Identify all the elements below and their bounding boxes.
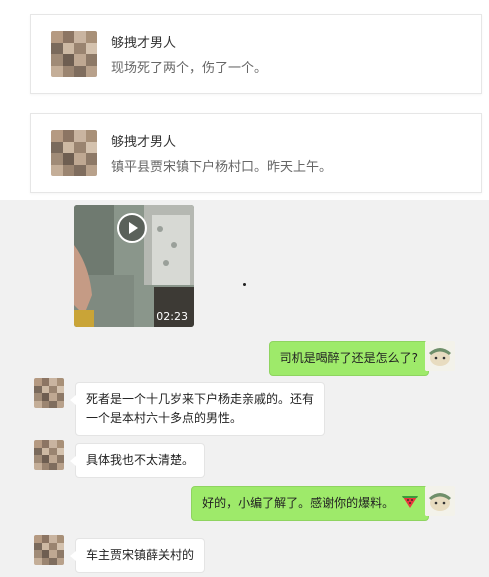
received-message[interactable]: 死者是一个十几岁来下户杨走亲戚的。还有 一个是本村六十多点的男性。 <box>70 382 325 436</box>
mascot-icon <box>425 486 455 516</box>
mascot-icon <box>425 341 455 371</box>
avatar[interactable] <box>51 130 97 176</box>
message-text: 具体我也不太清楚。 <box>86 453 195 467</box>
avatar[interactable] <box>51 31 97 77</box>
message-text: 车主贾宋镇薛关村的 <box>86 548 195 562</box>
video-duration: 02:23 <box>156 310 188 323</box>
message-text: 一个是本村六十多点的男性。 <box>86 411 243 425</box>
self-avatar[interactable] <box>425 486 455 516</box>
comment-text: 镇平县贾宋镇下户杨村口。昨天上午。 <box>111 160 333 175</box>
chat-area: 02:23 司机是喝醉了还是怎么了? 死者是一个十几岁来下户杨走亲戚的。还有 一… <box>0 200 489 577</box>
comment-card[interactable]: 够拽才男人 镇平县贾宋镇下户杨村口。昨天上午。 <box>30 113 482 193</box>
received-message[interactable]: 车主贾宋镇薛关村的 <box>69 538 206 573</box>
message-text: 司机是喝醉了还是怎么了? <box>279 351 418 365</box>
sent-message[interactable]: 司机是喝醉了还是怎么了? <box>268 341 435 376</box>
dot-mark <box>243 283 246 286</box>
sent-message[interactable]: 好的，小编了解了。感谢你的爆料。 <box>191 486 434 521</box>
received-message[interactable]: 具体我也不太清楚。 <box>69 443 206 478</box>
comment-card[interactable]: 够拽才男人 现场死了两个，伤了一个。 <box>30 14 482 94</box>
commenter-name[interactable]: 够拽才男人 <box>111 32 176 51</box>
message-text: 好的，小编了解了。感谢你的爆料。 <box>202 496 395 510</box>
avatar[interactable] <box>34 440 64 470</box>
video-message[interactable]: 02:23 <box>74 205 194 327</box>
watermelon-icon <box>402 496 418 508</box>
message-text: 死者是一个十几岁来下户杨走亲戚的。还有 <box>86 392 315 406</box>
commenter-name[interactable]: 够拽才男人 <box>111 131 176 150</box>
play-icon[interactable] <box>117 213 147 243</box>
comment-text: 现场死了两个，伤了一个。 <box>111 61 268 76</box>
avatar[interactable] <box>34 535 64 565</box>
self-avatar[interactable] <box>425 341 455 371</box>
avatar[interactable] <box>34 378 64 408</box>
